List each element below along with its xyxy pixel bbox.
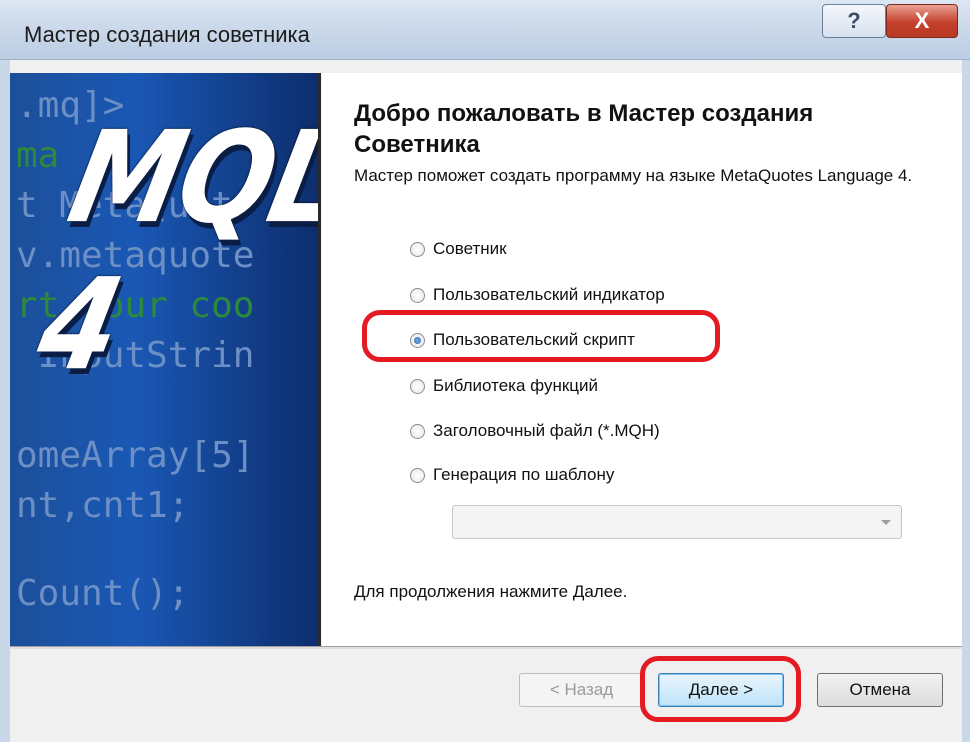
help-button[interactable]: ? [822,4,886,38]
option-header-file[interactable]: Заголовочный файл (*.MQH) [410,421,660,441]
footer-separator [10,646,962,649]
hint-text: Для продолжения нажмите Далее. [354,582,628,601]
radio-button-icon[interactable] [410,241,425,257]
banner-divider [318,73,321,646]
option-label[interactable]: Советник [433,239,507,259]
template-select[interactable] [452,505,902,539]
back-button[interactable]: < Назад [519,673,644,707]
option-function-library[interactable]: Библиотека функций [410,376,598,396]
banner-code-line: omeArray[5] [16,435,255,476]
radio-button-icon[interactable] [410,467,425,483]
option-expert-advisor[interactable]: Советник [410,239,507,259]
title-bar[interactable]: Мастер создания советника ? X [0,0,970,60]
cancel-button[interactable]: Отмена [817,673,943,707]
radio-button-icon[interactable] [410,378,425,394]
help-icon: ? [847,8,861,33]
red-highlight-annotation [640,656,801,722]
red-highlight-annotation [362,310,720,362]
page-heading: Добро пожаловать в Мастер создания Совет… [354,100,814,158]
window-title: Мастер создания советника [24,22,310,47]
wizard-window: Мастер создания советника ? X .mq]> ma g… [0,0,970,742]
option-label[interactable]: Генерация по шаблону [433,465,614,485]
option-label[interactable]: Заголовочный файл (*.MQH) [433,421,660,441]
option-template-generation[interactable]: Генерация по шаблону [410,465,614,485]
option-label[interactable]: Пользовательский индикатор [433,285,665,305]
close-button[interactable]: X [886,4,958,38]
option-label[interactable]: Библиотека функций [433,376,598,396]
page-description: Мастер поможет создать программу на язык… [354,166,913,185]
window-frame-right [962,60,970,742]
option-custom-indicator[interactable]: Пользовательский индикатор [410,285,665,305]
radio-button-icon[interactable] [410,423,425,439]
radio-button-icon[interactable] [410,287,425,303]
chevron-down-icon[interactable] [881,520,891,525]
close-icon: X [914,8,930,33]
mql4-banner-image: .mq]> ma g t MetaQuot v.metaquote rt You… [10,73,320,646]
window-frame-left [0,60,10,742]
banner-code-line: Count(); [16,573,190,614]
wizard-content: Добро пожаловать в Мастер создания Совет… [322,73,962,646]
banner-code-line: nt,cnt1; [16,485,190,526]
